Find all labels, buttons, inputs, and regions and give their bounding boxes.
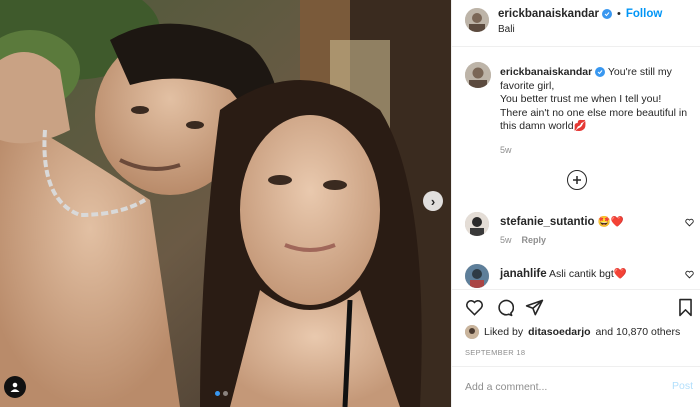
avatar-image [465, 8, 489, 32]
avatar[interactable] [465, 8, 489, 32]
carousel-indicator [215, 391, 228, 396]
caption-timestamp[interactable]: 5w [500, 145, 512, 155]
separator: • [617, 8, 621, 20]
load-more-comments-button[interactable] [567, 170, 587, 190]
instagram-post: › erickbanaiskandar • Follow Bali erickb… [0, 0, 700, 407]
user-tag-icon [10, 382, 20, 392]
caption-text: erickbanaiskandar You're still my favori… [500, 66, 695, 134]
heart-icon[interactable] [685, 270, 694, 279]
post-header: erickbanaiskandar • Follow Bali [452, 0, 700, 47]
location-link[interactable]: Bali [498, 24, 515, 35]
liker-username[interactable]: ditasoedarjo [528, 326, 590, 338]
comment-body: 🤩❤️ [597, 216, 624, 228]
add-comment-bar: Post [452, 366, 700, 407]
kiss-emoji: 💋 [573, 120, 587, 133]
caption-line-3: There ain't no one else more beautiful i… [500, 106, 688, 133]
caption-line-2: You better trust me when I tell you! [500, 93, 662, 106]
verified-icon [602, 9, 613, 19]
chevron-right-icon: › [430, 193, 436, 209]
heart-icon[interactable] [465, 298, 484, 317]
selfie-photo [0, 0, 451, 407]
caption-username[interactable]: erickbanaiskandar [500, 66, 592, 78]
verified-icon [595, 67, 606, 77]
avatar-image [465, 325, 479, 339]
likes-suffix[interactable]: and 10,870 others [596, 326, 681, 338]
avatar-image [465, 62, 491, 88]
share-icon[interactable] [525, 298, 544, 317]
post-comment-button[interactable]: Post [672, 380, 693, 392]
avatar [465, 325, 479, 339]
post-sidebar: erickbanaiskandar • Follow Bali erickban… [451, 0, 700, 407]
likes-summary[interactable]: Liked by ditasoedarjo and 10,870 others [465, 325, 680, 339]
carousel-dot [223, 391, 228, 396]
tagged-users-button[interactable] [4, 376, 26, 398]
avatar[interactable] [465, 264, 489, 288]
header-username[interactable]: erickbanaiskandar [498, 8, 599, 20]
heart-icon[interactable] [685, 218, 694, 227]
avatar-image [465, 212, 489, 236]
post-date[interactable]: SEPTEMBER 18 [465, 348, 525, 357]
comment-icon[interactable] [495, 298, 514, 317]
comments-section[interactable]: erickbanaiskandar You're still my favori… [452, 48, 700, 289]
next-photo-button[interactable]: › [423, 191, 443, 211]
avatar-image [465, 264, 489, 288]
comment-timestamp[interactable]: 5w [500, 235, 512, 245]
carousel-dot [215, 391, 220, 396]
avatar[interactable] [465, 62, 491, 88]
plus-circle-icon [573, 176, 581, 184]
follow-button[interactable]: Follow [626, 8, 662, 20]
comment-username[interactable]: janahlife [500, 268, 547, 280]
bookmark-icon[interactable] [677, 298, 694, 317]
comment-input[interactable] [465, 379, 655, 395]
likes-prefix: Liked by [484, 326, 524, 338]
avatar[interactable] [465, 212, 489, 236]
comment-username[interactable]: stefanie_sutantio [500, 216, 595, 228]
action-bar: Liked by ditasoedarjo and 10,870 others … [452, 289, 700, 363]
reply-button[interactable]: Reply [522, 235, 547, 245]
comment-body: Asli cantik bgt❤️ [549, 268, 627, 280]
post-photo[interactable]: › [0, 0, 451, 407]
